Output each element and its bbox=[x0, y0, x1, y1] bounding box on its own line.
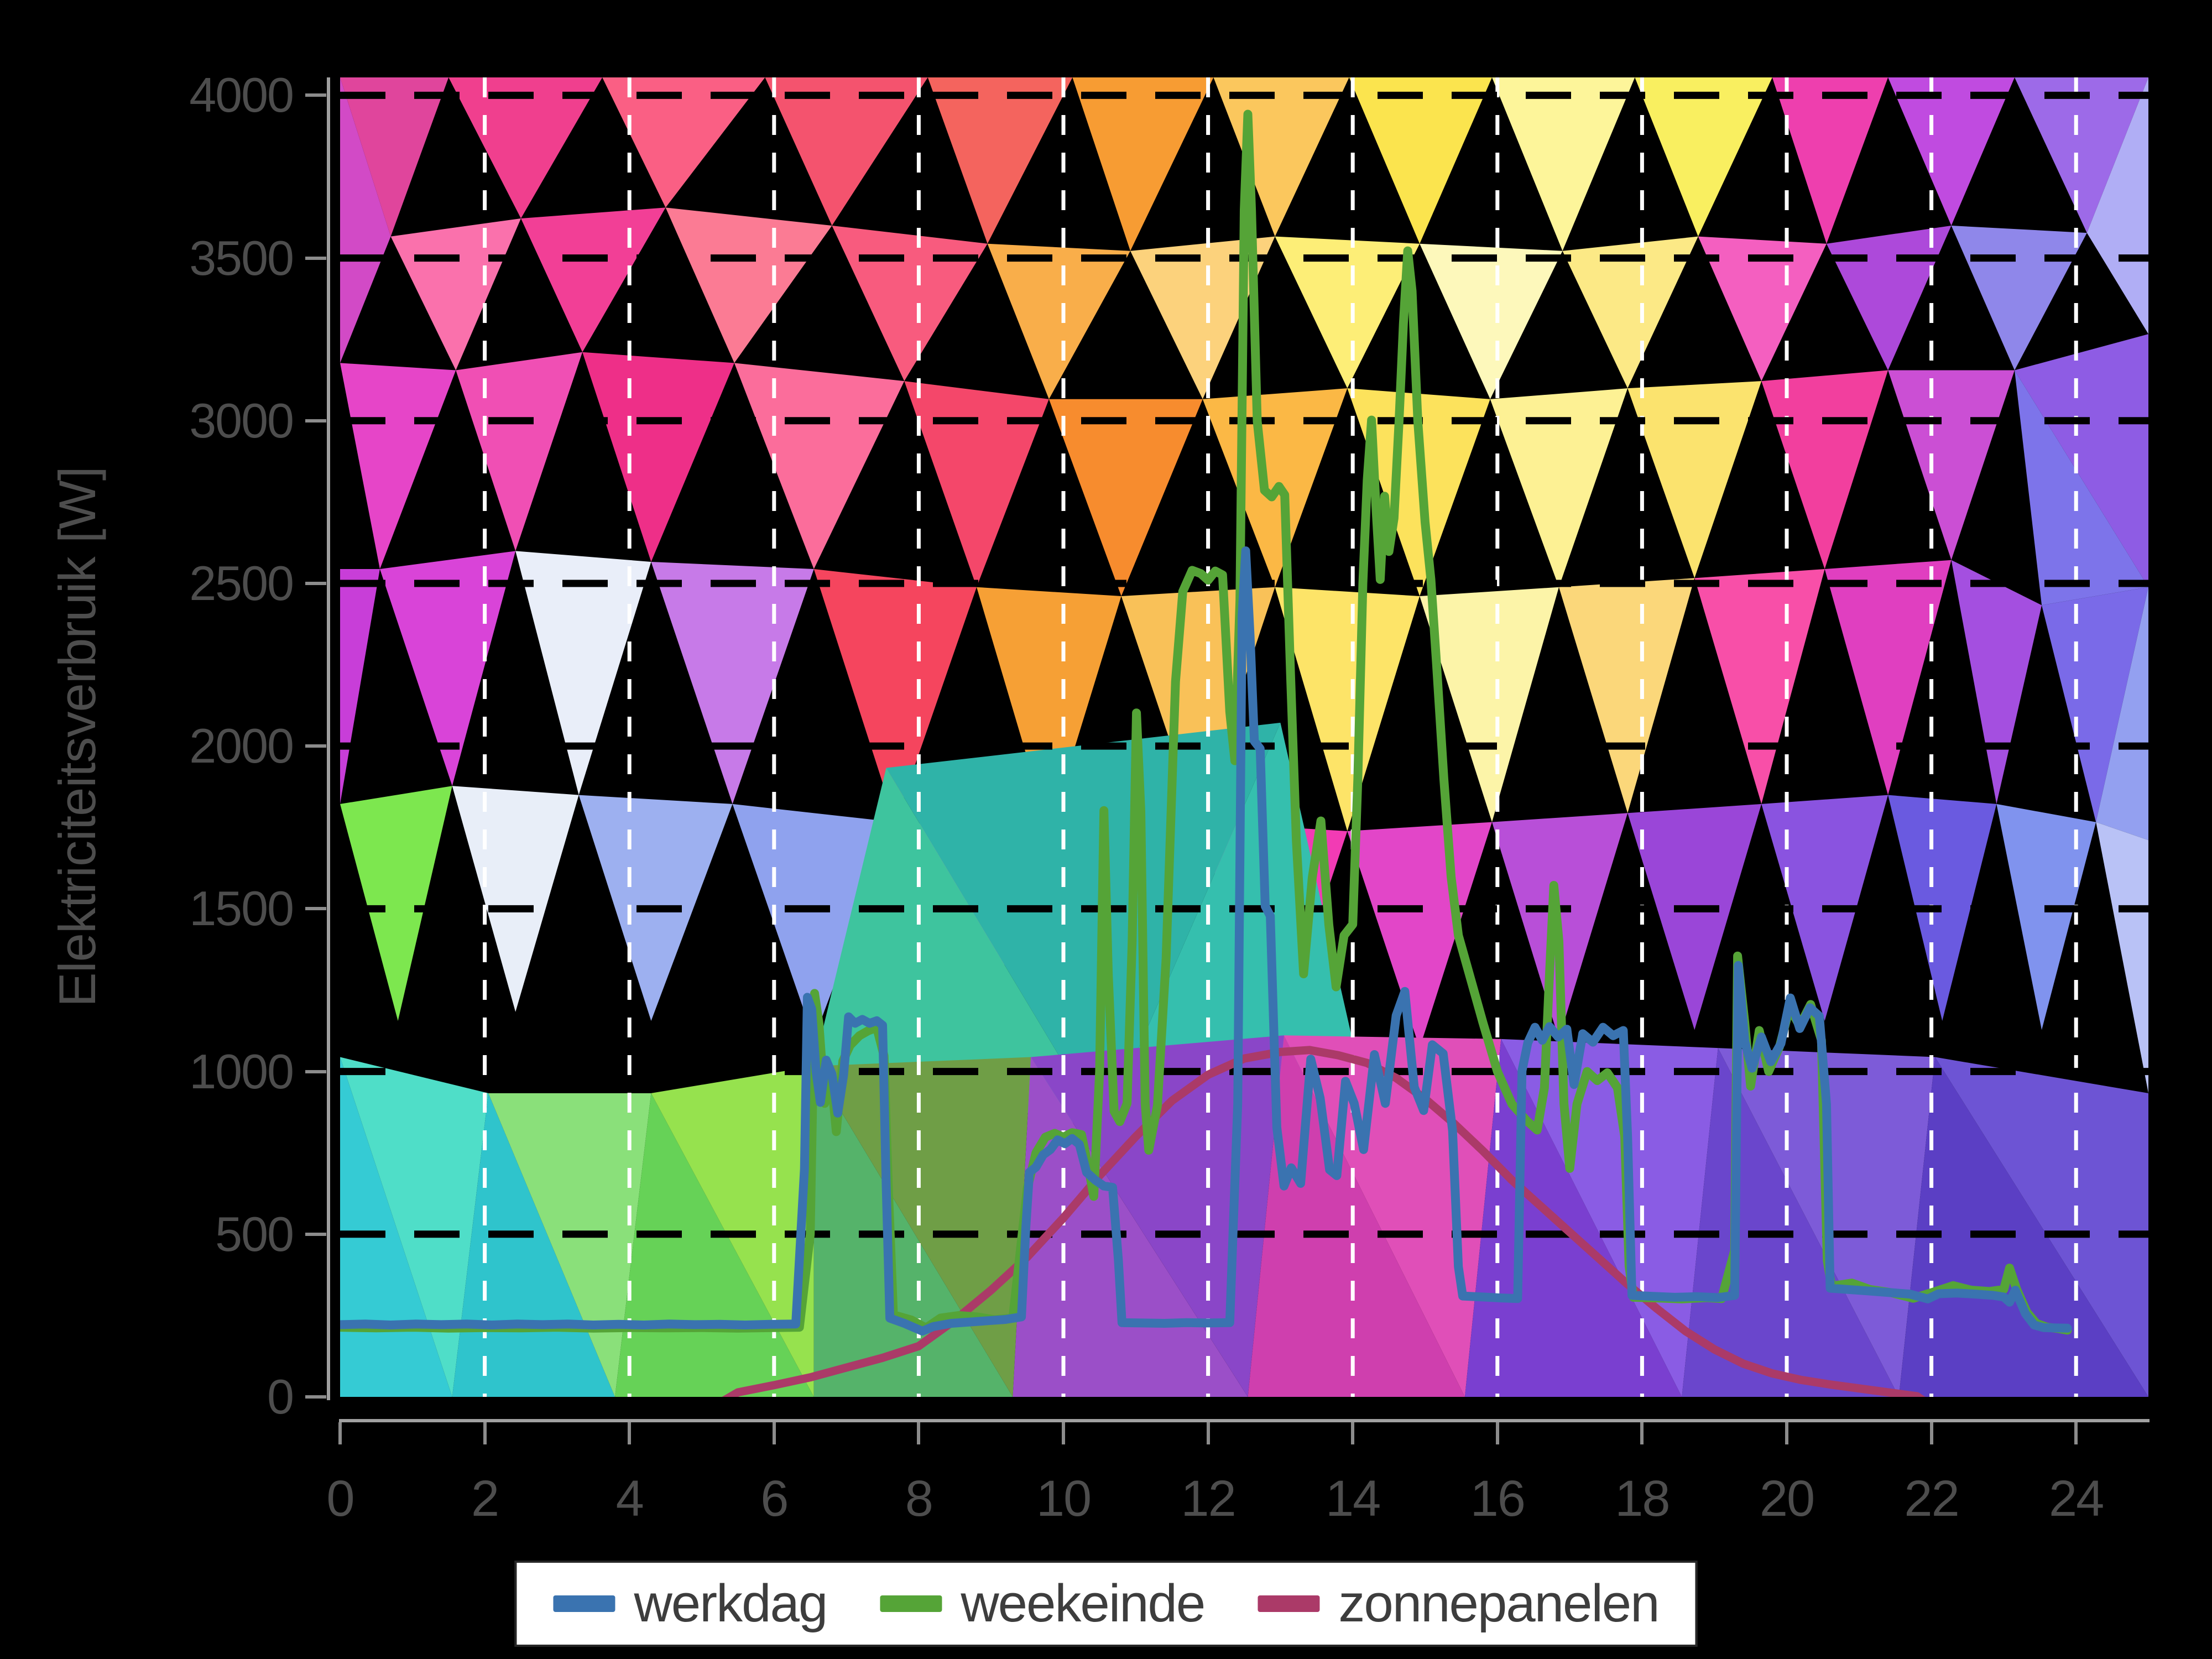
x-tick-mark bbox=[1062, 1422, 1065, 1444]
y-tick-label: 3000 bbox=[127, 393, 293, 448]
x-tick-mark bbox=[628, 1422, 631, 1444]
x-tick-label: 10 bbox=[1008, 1471, 1119, 1526]
y-tick-label: 1000 bbox=[127, 1044, 293, 1099]
plot-area bbox=[340, 77, 2148, 1397]
x-tick-label: 20 bbox=[1731, 1471, 1842, 1526]
x-tick-label: 22 bbox=[1876, 1471, 1987, 1526]
y-tick-mark bbox=[305, 257, 326, 260]
y-tick-mark bbox=[305, 1233, 326, 1236]
x-tick-label: 6 bbox=[719, 1471, 830, 1526]
legend: werkdag weekeinde zonnepanelen bbox=[514, 1561, 1697, 1647]
x-tick-mark bbox=[1207, 1422, 1210, 1444]
legend-label-weekeinde: weekeinde bbox=[961, 1573, 1204, 1634]
y-tick-label: 0 bbox=[127, 1369, 293, 1425]
zonnepanelen-line-swatch bbox=[1258, 1595, 1319, 1612]
y-tick-label: 1500 bbox=[127, 881, 293, 936]
legend-label-zonnepanelen: zonnepanelen bbox=[1338, 1573, 1658, 1634]
x-tick-mark bbox=[1496, 1422, 1499, 1444]
x-tick-label: 18 bbox=[1587, 1471, 1697, 1526]
x-tick-mark bbox=[2074, 1422, 2078, 1444]
plot-svg bbox=[340, 77, 2148, 1397]
y-axis-label: Elektriciteitsverbruik [W] bbox=[33, 77, 122, 1397]
y-tick-mark bbox=[305, 907, 326, 910]
x-tick-label: 8 bbox=[863, 1471, 974, 1526]
x-axis-spine bbox=[339, 1419, 2150, 1422]
x-tick-label: 14 bbox=[1297, 1471, 1408, 1526]
legend-item-werkdag: werkdag bbox=[553, 1573, 827, 1634]
legend-label-werkdag: werkdag bbox=[634, 1573, 827, 1634]
x-tick-mark bbox=[1785, 1422, 1788, 1444]
y-axis-spine bbox=[327, 77, 330, 1400]
x-tick-mark bbox=[1930, 1422, 1933, 1444]
x-tick-label: 16 bbox=[1442, 1471, 1553, 1526]
y-tick-label: 4000 bbox=[127, 67, 293, 123]
x-tick-mark bbox=[1640, 1422, 1644, 1444]
legend-item-zonnepanelen: zonnepanelen bbox=[1258, 1573, 1658, 1634]
y-tick-mark bbox=[305, 419, 326, 422]
y-tick-mark bbox=[305, 1395, 326, 1399]
x-tick-label: 24 bbox=[2021, 1471, 2131, 1526]
legend-item-weekeinde: weekeinde bbox=[880, 1573, 1204, 1634]
y-tick-mark bbox=[305, 744, 326, 748]
x-tick-label: 2 bbox=[430, 1471, 540, 1526]
y-tick-mark bbox=[305, 1070, 326, 1073]
y-tick-label: 2500 bbox=[127, 556, 293, 611]
x-tick-mark bbox=[338, 1422, 342, 1444]
werkdag-line-swatch bbox=[553, 1595, 615, 1612]
x-tick-mark bbox=[773, 1422, 776, 1444]
weekeinde-line-swatch bbox=[880, 1595, 942, 1612]
x-tick-label: 0 bbox=[285, 1471, 395, 1526]
x-tick-mark bbox=[917, 1422, 920, 1444]
x-tick-label: 12 bbox=[1153, 1471, 1264, 1526]
y-tick-label: 2000 bbox=[127, 718, 293, 774]
y-tick-label: 500 bbox=[127, 1207, 293, 1262]
x-tick-mark bbox=[483, 1422, 487, 1444]
x-tick-label: 4 bbox=[574, 1471, 685, 1526]
figure: Elektriciteitsverbruik [W] bbox=[0, 0, 2212, 1659]
y-tick-mark bbox=[305, 93, 326, 97]
y-tick-label: 3500 bbox=[127, 231, 293, 286]
y-tick-mark bbox=[305, 582, 326, 585]
x-tick-mark bbox=[1351, 1422, 1354, 1444]
